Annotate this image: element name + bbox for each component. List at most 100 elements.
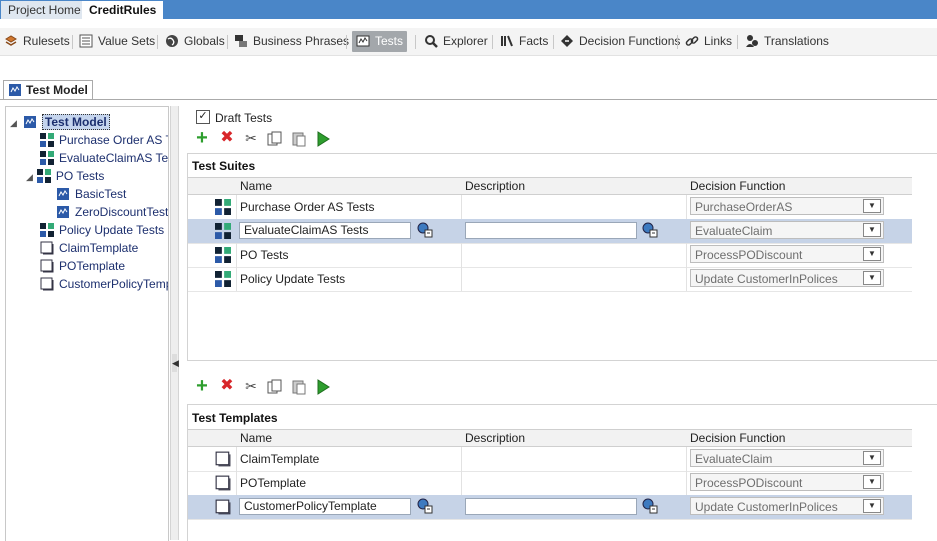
column-decision-function-header[interactable]: Decision Function bbox=[690, 179, 785, 193]
cut-icon[interactable]: ✂ bbox=[243, 378, 259, 394]
tab-test-model-label: Test Model bbox=[26, 83, 88, 97]
tree-node-test[interactable]: BasicTest bbox=[56, 185, 126, 203]
chevron-down-icon[interactable]: ▼ bbox=[863, 475, 881, 489]
tree-node-template[interactable]: CustomerPolicyTemp bbox=[40, 275, 169, 293]
toolbar-value-sets[interactable]: Value Sets bbox=[79, 31, 155, 52]
toolbar-value-sets-label: Value Sets bbox=[98, 34, 156, 48]
decision-function-select[interactable]: EvaluateClaim ▼ bbox=[690, 221, 884, 239]
suite-description-input[interactable] bbox=[465, 222, 637, 239]
template-name[interactable]: POTemplate bbox=[240, 471, 306, 495]
tree-node-test[interactable]: ZeroDiscountTest bbox=[56, 203, 168, 221]
decision-functions-icon bbox=[561, 35, 573, 47]
tab-project-home[interactable]: Project Home bbox=[1, 1, 88, 19]
chevron-down-icon[interactable]: ▼ bbox=[863, 271, 881, 285]
paste-icon[interactable] bbox=[291, 379, 307, 395]
toolbar-rulesets[interactable]: Rulesets bbox=[4, 31, 70, 52]
toolbar-explorer[interactable]: Explorer bbox=[424, 31, 488, 52]
decision-function-value: EvaluateClaim bbox=[695, 452, 773, 466]
tab-creditrules[interactable]: CreditRules bbox=[82, 1, 164, 19]
tree-node-label: BasicTest bbox=[75, 187, 127, 201]
copy-icon[interactable] bbox=[267, 131, 283, 147]
decision-function-select[interactable]: ProcessPODiscount ▼ bbox=[690, 245, 884, 263]
panel-splitter[interactable]: ◀ bbox=[170, 106, 179, 540]
suite-name[interactable]: Purchase Order AS Tests bbox=[240, 195, 375, 219]
tab-test-model[interactable]: Test Model bbox=[3, 80, 93, 100]
test-suite-icon bbox=[215, 247, 231, 263]
toolbar-globals-label: Globals bbox=[184, 34, 225, 48]
toolbar-business-phrases[interactable]: Business Phrases bbox=[234, 31, 349, 52]
table-row[interactable]: PO Tests ProcessPODiscount ▼ bbox=[188, 243, 912, 268]
toolbar-decision-functions[interactable]: Decision Functions bbox=[560, 31, 680, 52]
delete-icon[interactable]: ✖ bbox=[219, 130, 235, 146]
toolbar-explorer-label: Explorer bbox=[443, 34, 488, 48]
decision-function-select[interactable]: ProcessPODiscount ▼ bbox=[690, 473, 884, 491]
tree-node-label: ZeroDiscountTest bbox=[75, 205, 169, 219]
template-icon bbox=[215, 475, 231, 491]
decision-function-select[interactable]: Update CustomerInPolices ▼ bbox=[690, 497, 884, 515]
chevron-down-icon[interactable]: ▼ bbox=[863, 223, 881, 237]
decision-function-value: Update CustomerInPolices bbox=[695, 500, 838, 514]
chevron-down-icon[interactable]: ▼ bbox=[863, 451, 881, 465]
tree-node-template[interactable]: POTemplate bbox=[40, 257, 125, 275]
table-header: Name Description Decision Function bbox=[188, 429, 912, 447]
suite-name[interactable]: Policy Update Tests bbox=[240, 267, 345, 291]
draft-tests-checkbox[interactable]: ✓ bbox=[196, 110, 210, 124]
test-suite-icon bbox=[36, 169, 51, 183]
tree-node-suite[interactable]: ◢ PO Tests bbox=[26, 167, 104, 185]
tree-node-suite[interactable]: Purchase Order AS T bbox=[40, 131, 168, 149]
tree-node-suite[interactable]: Policy Update Tests bbox=[40, 221, 164, 239]
template-description-input[interactable] bbox=[465, 498, 637, 515]
tree-collapse-arrow-icon[interactable]: ◢ bbox=[10, 118, 17, 128]
table-row[interactable]: ClaimTemplate EvaluateClaim ▼ bbox=[188, 447, 912, 472]
tree-node-label: CustomerPolicyTemp bbox=[59, 277, 169, 291]
table-row[interactable]: Policy Update Tests Update CustomerInPol… bbox=[188, 267, 912, 292]
copy-icon[interactable] bbox=[267, 379, 283, 395]
column-name-header[interactable]: Name bbox=[240, 179, 272, 193]
edit-lookup-icon[interactable] bbox=[642, 498, 658, 514]
test-templates-title: Test Templates bbox=[192, 411, 278, 425]
edit-lookup-icon[interactable] bbox=[417, 222, 433, 238]
decision-function-select[interactable]: EvaluateClaim ▼ bbox=[690, 449, 884, 467]
collapse-left-icon[interactable]: ◀ bbox=[172, 354, 179, 372]
table-row[interactable]: Purchase Order AS Tests PurchaseOrderAS ▼ bbox=[188, 195, 912, 220]
table-row[interactable]: CustomerPolicyTemplate Update CustomerIn… bbox=[188, 495, 912, 520]
add-icon[interactable]: + bbox=[194, 376, 210, 396]
column-description-header[interactable]: Description bbox=[465, 431, 525, 445]
chevron-down-icon[interactable]: ▼ bbox=[863, 499, 881, 513]
toolbar-facts[interactable]: Facts bbox=[500, 31, 548, 52]
paste-icon[interactable] bbox=[291, 131, 307, 147]
suite-name-input[interactable]: EvaluateClaimAS Tests bbox=[239, 222, 411, 239]
facts-icon bbox=[501, 35, 513, 47]
template-icon bbox=[40, 259, 54, 273]
suite-name[interactable]: PO Tests bbox=[240, 243, 288, 267]
column-name-header[interactable]: Name bbox=[240, 431, 272, 445]
toolbar-translations[interactable]: Translations bbox=[745, 31, 829, 52]
table-row[interactable]: POTemplate ProcessPODiscount ▼ bbox=[188, 471, 912, 496]
tree-node-suite[interactable]: EvaluateClaimAS Tes bbox=[40, 149, 168, 167]
edit-lookup-icon[interactable] bbox=[417, 498, 433, 514]
edit-lookup-icon[interactable] bbox=[642, 222, 658, 238]
decision-function-select[interactable]: Update CustomerInPolices ▼ bbox=[690, 269, 884, 287]
template-name-input[interactable]: CustomerPolicyTemplate bbox=[239, 498, 411, 515]
toolbar-links[interactable]: Links bbox=[685, 31, 732, 52]
add-icon[interactable]: + bbox=[194, 128, 210, 148]
template-name[interactable]: ClaimTemplate bbox=[240, 447, 319, 471]
chevron-down-icon[interactable]: ▼ bbox=[863, 247, 881, 261]
test-suites-table: Name Description Decision Function Purch… bbox=[188, 177, 912, 357]
toolbar-tests[interactable]: Tests bbox=[352, 31, 408, 52]
toolbar-globals[interactable]: Globals bbox=[165, 31, 225, 52]
run-icon[interactable] bbox=[315, 379, 331, 395]
test-suite-icon bbox=[40, 133, 54, 147]
column-decision-function-header[interactable]: Decision Function bbox=[690, 431, 785, 445]
tree-collapse-arrow-icon[interactable]: ◢ bbox=[26, 172, 33, 182]
decision-function-select[interactable]: PurchaseOrderAS ▼ bbox=[690, 197, 884, 215]
table-row[interactable]: EvaluateClaimAS Tests EvaluateClaim ▼ bbox=[188, 219, 912, 244]
column-description-header[interactable]: Description bbox=[465, 179, 525, 193]
chevron-down-icon[interactable]: ▼ bbox=[863, 199, 881, 213]
test-icon bbox=[57, 206, 69, 218]
cut-icon[interactable]: ✂ bbox=[243, 130, 259, 146]
tree-node-template[interactable]: ClaimTemplate bbox=[40, 239, 138, 257]
tree-node-test-model[interactable]: ◢ Test Model bbox=[10, 113, 110, 131]
run-icon[interactable] bbox=[315, 131, 331, 147]
delete-icon[interactable]: ✖ bbox=[219, 378, 235, 394]
